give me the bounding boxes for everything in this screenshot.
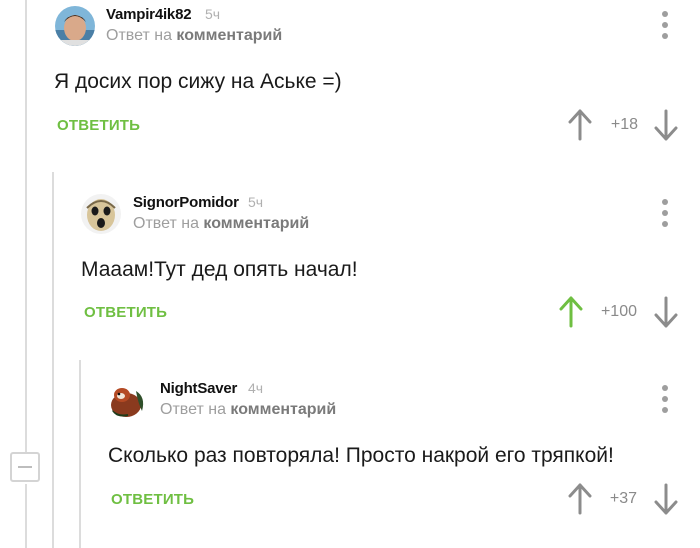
- more-vertical-icon[interactable]: [657, 385, 673, 413]
- comment-time: 5ч: [205, 6, 221, 22]
- reply-to-label: Ответ на комментарий: [160, 401, 336, 419]
- reply-prefix: Ответ на: [160, 401, 226, 418]
- more-vertical-icon[interactable]: [657, 11, 673, 39]
- reply-prefix: Ответ на: [133, 215, 199, 232]
- comment-text: Мааам!Тут дед опять начал!: [81, 258, 358, 281]
- reply-target-link[interactable]: комментарий: [176, 27, 282, 44]
- reply-to-label: Ответ на комментарий: [106, 27, 282, 45]
- comment-text: Сколько раз повторяла! Просто накрой его…: [108, 444, 614, 467]
- rating-count: +100: [600, 303, 637, 320]
- arrow-up-icon[interactable]: [559, 296, 583, 328]
- avatar[interactable]: [108, 379, 148, 419]
- username[interactable]: NightSaver: [160, 380, 237, 397]
- comment-nightsaver: NightSaver 4ч Ответ на комментарий Сколь…: [0, 376, 700, 515]
- rating-count: +18: [610, 116, 638, 133]
- reply-button[interactable]: ОТВЕТИТЬ: [84, 304, 167, 321]
- reply-button[interactable]: ОТВЕТИТЬ: [111, 491, 194, 508]
- comment-text: Я досих пор сижу на Аське =): [54, 70, 342, 93]
- comment-time: 5ч: [248, 194, 264, 210]
- comment-signorpomidor: SignorPomidor 5ч Ответ на комментарий Ма…: [0, 188, 700, 328]
- avatar[interactable]: [81, 194, 121, 234]
- username[interactable]: SignorPomidor: [133, 194, 239, 211]
- arrow-down-icon[interactable]: [654, 109, 678, 141]
- rating-count: +37: [609, 490, 637, 507]
- reply-button[interactable]: ОТВЕТИТЬ: [57, 117, 140, 134]
- reply-target-link[interactable]: комментарий: [230, 401, 336, 418]
- reply-to-label: Ответ на комментарий: [133, 215, 309, 233]
- more-vertical-icon[interactable]: [657, 199, 673, 227]
- comment-time: 4ч: [248, 380, 264, 396]
- arrow-down-icon[interactable]: [654, 483, 678, 515]
- reply-prefix: Ответ на: [106, 27, 172, 44]
- reply-target-link[interactable]: комментарий: [203, 215, 309, 232]
- avatar[interactable]: [55, 6, 95, 46]
- comment-vampir4ik82: Vampir4ik82 5ч Ответ на комментарий Я до…: [0, 0, 700, 141]
- username[interactable]: Vampir4ik82: [106, 6, 192, 23]
- arrow-down-icon[interactable]: [654, 296, 678, 328]
